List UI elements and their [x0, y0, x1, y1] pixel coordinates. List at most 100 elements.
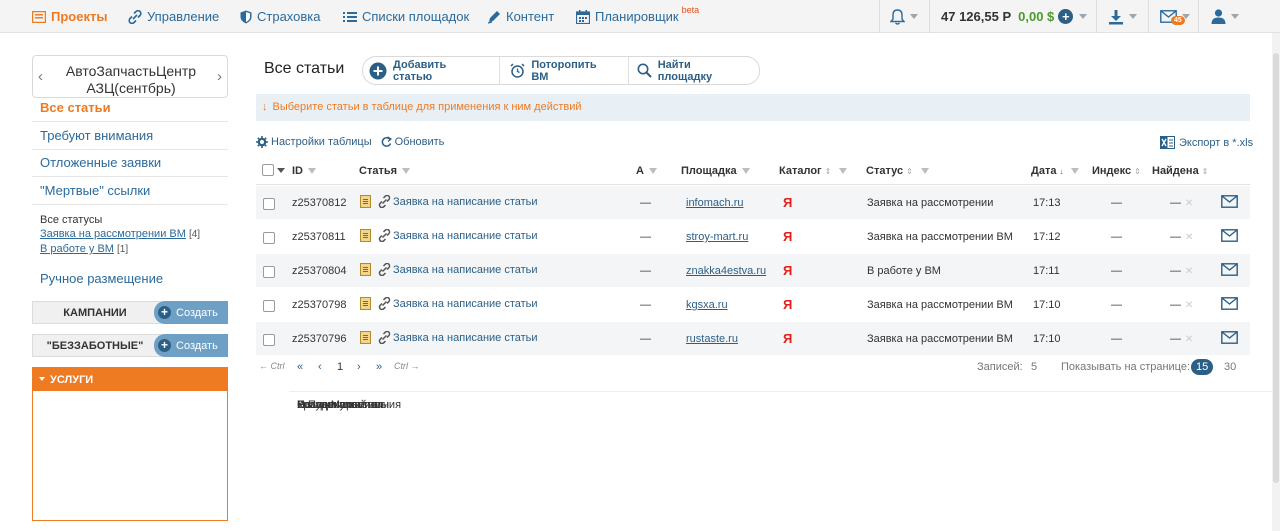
row-article[interactable]: Заявка на написание статьи [360, 263, 538, 276]
row-article[interactable]: Заявка на написание статьи [360, 331, 538, 344]
col-index[interactable]: Индекс ⇕ [1092, 165, 1141, 177]
col-site[interactable]: Площадка [681, 165, 750, 177]
refresh-link[interactable]: Обновить [395, 136, 445, 148]
row-status: Заявка на рассмотрении ВМ [867, 333, 1013, 345]
mail-icon[interactable] [1221, 195, 1238, 211]
mail-icon[interactable] [1221, 263, 1238, 279]
services-header[interactable]: УСЛУГИ [33, 368, 227, 391]
row-checkbox[interactable] [263, 198, 275, 210]
pager-first-button[interactable]: « [297, 361, 303, 373]
chevron-down-icon[interactable] [277, 167, 285, 173]
pager-prev-button[interactable]: ‹ [318, 361, 322, 373]
chevron-down-icon [1231, 14, 1239, 19]
row-article[interactable]: Заявка на написание статьи [360, 297, 538, 310]
balance: 47 126,55 Р 0,00 $ + [941, 0, 1074, 33]
row-site-link[interactable]: kgsxa.ru [686, 299, 728, 311]
row-article[interactable]: Заявка на написание статьи [360, 195, 538, 208]
sidebar-link-manual-placement[interactable]: Ручное размещение [40, 271, 163, 286]
close-icon[interactable]: ✕ [1185, 266, 1193, 277]
pager-last-button[interactable]: » [376, 361, 382, 373]
table-row: z25370804 Заявка на написание статьи — znak… [256, 254, 1250, 287]
row-checkbox[interactable] [263, 266, 275, 278]
export-xls-button[interactable]: Экспорт в *.xls [1160, 136, 1253, 149]
balance-dropdown[interactable] [1079, 0, 1087, 33]
create-carefree-button[interactable]: + Создать [154, 334, 228, 357]
filter-icon[interactable] [741, 168, 750, 174]
close-icon[interactable]: ✕ [1185, 198, 1193, 209]
carefree-label[interactable]: "БЕЗЗАБОТНЫЕ" [33, 340, 157, 352]
filter-icon[interactable] [1071, 168, 1080, 174]
per-page-option[interactable]: 30 [1224, 361, 1236, 373]
sidebar-link-needs-attention[interactable]: Требуют внимания [40, 128, 153, 143]
pager-current-page[interactable]: 1 [337, 361, 343, 373]
nav-site-lists[interactable]: Списки площадок [343, 0, 469, 33]
service-item[interactable]: Я.Подсказки [289, 391, 1280, 417]
beta-badge: beta [681, 4, 700, 15]
sidebar-link-all-articles[interactable]: Все статьи [40, 100, 111, 115]
sidebar-link-dead-links[interactable]: "Мертвые" ссылки [40, 183, 150, 198]
nav-projects[interactable]: Проекты [32, 0, 107, 33]
notifications-button[interactable] [890, 0, 918, 33]
user-menu-button[interactable] [1211, 0, 1239, 33]
add-funds-icon[interactable]: + [1058, 9, 1074, 24]
row-checkbox[interactable] [263, 334, 275, 346]
col-date[interactable]: Дата ↓ [1031, 165, 1080, 177]
chevron-left-icon[interactable]: ‹ [38, 68, 43, 85]
nav-insurance[interactable]: Страховка [240, 0, 321, 33]
close-icon[interactable]: ✕ [1185, 334, 1193, 345]
col-found[interactable]: Найдена ⇕ [1152, 165, 1208, 177]
select-all[interactable] [262, 164, 285, 176]
nav-planner[interactable]: Планировщик beta [576, 0, 699, 33]
col-article[interactable]: Статья [359, 165, 411, 177]
row-checkbox[interactable] [263, 300, 275, 312]
mail-icon[interactable] [1221, 331, 1238, 347]
status-link-in-progress[interactable]: В работе у ВМ [40, 243, 114, 255]
find-site-button[interactable]: Найти площадку [629, 57, 759, 84]
campaigns-label[interactable]: КАМПАНИИ [33, 307, 157, 319]
nav-content[interactable]: Контент [487, 0, 554, 33]
sort-icon[interactable]: ⇕ [1134, 167, 1141, 176]
project-name: АвтоЗапчастьЦентр АЗЦ(сентбрь) [65, 63, 197, 96]
col-status[interactable]: Статус ⇕ [866, 165, 929, 177]
row-date: 17:11 [1033, 265, 1060, 277]
chevron-right-icon[interactable]: › [217, 68, 222, 85]
mail-icon[interactable] [1221, 297, 1238, 313]
col-a[interactable]: А [636, 165, 657, 177]
scrollbar[interactable] [1272, 33, 1280, 531]
mail-icon[interactable] [1221, 229, 1238, 245]
nav-management[interactable]: Управление [128, 0, 219, 33]
row-site-link[interactable]: znakka4estva.ru [686, 265, 766, 277]
select-all-checkbox[interactable] [262, 164, 274, 176]
row-site-link[interactable]: stroy-mart.ru [686, 231, 748, 243]
table-settings-link[interactable]: Настройки таблицы [271, 136, 372, 148]
filter-icon[interactable] [839, 168, 848, 174]
row-site-link[interactable]: rustaste.ru [686, 333, 738, 345]
create-campaign-button[interactable]: + Создать [154, 301, 228, 324]
scrollbar-thumb[interactable] [1273, 53, 1279, 483]
filter-icon[interactable] [308, 168, 316, 174]
pager-next-button[interactable]: › [357, 361, 361, 373]
sort-icon[interactable]: ⇕ [1202, 167, 1209, 176]
sidebar-link-deferred[interactable]: Отложенные заявки [40, 155, 161, 170]
col-id[interactable]: ID [292, 165, 316, 177]
hurry-vm-button[interactable]: Поторопить ВМ [500, 57, 629, 84]
col-catalog[interactable]: Каталог ⇕ [779, 165, 848, 177]
row-checkbox[interactable] [263, 232, 275, 244]
row-status: В работе у ВМ [867, 265, 941, 277]
filter-icon[interactable] [402, 168, 411, 174]
sort-desc-icon[interactable]: ↓ [1059, 167, 1063, 176]
download-button[interactable] [1108, 0, 1137, 33]
per-page-option-selected[interactable]: 15 [1191, 359, 1214, 375]
row-article[interactable]: Заявка на написание статьи [360, 229, 538, 242]
status-link-review[interactable]: Заявка на рассмотрении ВМ [40, 228, 186, 240]
add-article-button[interactable]: Добавить статью [363, 57, 501, 84]
sort-icon[interactable]: ⇕ [906, 167, 913, 176]
row-site-link[interactable]: infomach.ru [686, 197, 743, 209]
filter-icon[interactable] [920, 168, 929, 174]
sort-icon[interactable]: ⇕ [825, 167, 832, 176]
project-selector[interactable]: ‹ АвтоЗапчастьЦентр АЗЦ(сентбрь) › [32, 55, 228, 98]
chevron-down-icon [910, 14, 918, 19]
close-icon[interactable]: ✕ [1185, 300, 1193, 311]
filter-icon[interactable] [648, 168, 657, 174]
close-icon[interactable]: ✕ [1185, 232, 1193, 243]
